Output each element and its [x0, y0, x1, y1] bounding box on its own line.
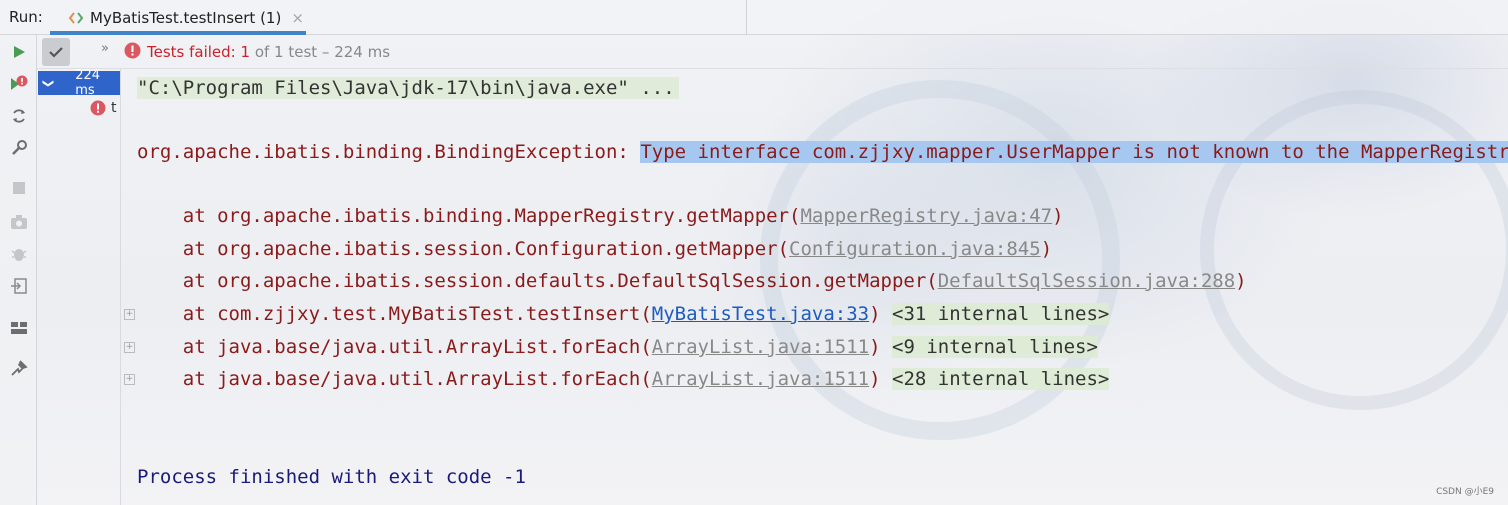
command-line: "C:\Program Files\Java\jdk-17\bin\java.e… [137, 75, 679, 101]
check-icon [49, 47, 63, 58]
stack-frame-method: at org.apache.ibatis.session.defaults.De… [137, 270, 938, 292]
failed-test-icon [90, 100, 106, 116]
tab-run-configuration[interactable]: MyBatisTest.testInsert (1) × [56, 0, 306, 35]
exception-message: Type interface com.zjjxy.mapper.UserMapp… [640, 141, 1508, 163]
svg-text:!: ! [20, 78, 24, 88]
stack-frame: at java.base/java.util.ArrayList.forEach… [137, 334, 1098, 360]
java-command[interactable]: "C:\Program Files\Java\jdk-17\bin\java.e… [137, 77, 679, 99]
stack-frame-method: at java.base/java.util.ArrayList.forEach… [137, 368, 652, 390]
root-duration: 224 ms [75, 68, 101, 98]
layout-icon [11, 322, 27, 334]
expand-fold-icon[interactable]: + [124, 374, 135, 385]
source-link[interactable]: Configuration.java:845 [789, 238, 1041, 260]
stack-frame-suffix: ) [1040, 238, 1053, 260]
run-toolbar: ! [0, 35, 37, 505]
source-link[interactable]: ArrayList.java:1511 [652, 368, 869, 390]
internal-lines-fold[interactable]: <31 internal lines> [892, 303, 1110, 325]
rerun-failed-tests-button[interactable]: ! [8, 73, 30, 95]
watermark: CSDN @小E9 [1436, 487, 1494, 497]
toggle-auto-test-button[interactable] [8, 105, 30, 127]
test-tree-item[interactable]: t [90, 100, 117, 116]
divider [746, 0, 747, 35]
tab-title: MyBatisTest.testInsert (1) [90, 8, 282, 27]
camera-icon [11, 215, 27, 229]
auto-rerun-icon [13, 109, 25, 123]
debug-button[interactable] [8, 243, 30, 265]
expand-fold-icon[interactable]: + [124, 309, 135, 320]
stack-frame-suffix: ) [1235, 270, 1247, 292]
run-tool-window-header: Run: MyBatisTest.testInsert (1) × [0, 0, 1508, 35]
exit-icon [11, 278, 27, 294]
stack-frame-suffix: ) [1052, 205, 1064, 227]
rerun-failed-icon: ! [11, 75, 28, 90]
test-name: t [111, 100, 117, 116]
pin-tab-button[interactable] [8, 357, 30, 379]
rerun-button[interactable] [8, 41, 30, 63]
stack-frame-method: at org.apache.ibatis.session.Configurati… [137, 238, 790, 260]
exception-line: org.apache.ibatis.binding.BindingExcepti… [137, 139, 1508, 165]
source-link[interactable]: MyBatisTest.java:33 [652, 303, 869, 325]
source-link[interactable]: DefaultSqlSession.java:288 [938, 270, 1235, 292]
close-tab-icon[interactable]: × [291, 9, 304, 27]
stack-frame: at com.zjjxy.test.MyBatisTest.testInsert… [137, 301, 1110, 327]
collapse-arrow-icon[interactable]: ❯ [42, 78, 55, 87]
source-link[interactable]: MapperRegistry.java:47 [800, 205, 1052, 227]
stack-frame-method: at org.apache.ibatis.binding.MapperRegis… [137, 205, 801, 227]
tests-failed-count: Tests failed: 1 [147, 43, 251, 61]
exit-button[interactable] [8, 275, 30, 297]
stack-frame: at org.apache.ibatis.session.defaults.De… [137, 268, 1247, 294]
test-config-icon [68, 10, 84, 26]
test-status-bar: » Tests failed: 1 of 1 test – 224 ms [37, 35, 1508, 69]
source-link[interactable]: ArrayList.java:1511 [652, 336, 869, 358]
stack-frame-method: at java.base/java.util.ArrayList.forEach… [137, 336, 652, 358]
stack-frame-suffix: ) [869, 368, 892, 390]
internal-lines-fold[interactable]: <28 internal lines> [892, 368, 1110, 390]
test-tree: ❯ 224 ms t [37, 68, 121, 505]
test-summary: Tests failed: 1 of 1 test – 224 ms [147, 43, 390, 61]
stack-frame-method: at com.zjjxy.test.MyBatisTest.testInsert… [137, 303, 652, 325]
exit-message: Process finished with exit code -1 [137, 466, 526, 488]
stack-frame: at org.apache.ibatis.binding.MapperRegis… [137, 203, 1064, 229]
wrench-icon [12, 140, 27, 155]
expand-fold-icon[interactable]: + [124, 342, 135, 353]
stack-frame-suffix: ) [869, 303, 892, 325]
internal-lines-fold[interactable]: <9 internal lines> [892, 336, 1098, 358]
stack-frame: at java.base/java.util.ArrayList.forEach… [137, 366, 1110, 392]
run-icon [14, 46, 25, 58]
exception-class: org.apache.ibatis.binding.BindingExcepti… [137, 141, 641, 163]
exit-line: Process finished with exit code -1 [137, 464, 526, 490]
console-output[interactable]: "C:\Program Files\Java\jdk-17\bin\java.e… [122, 69, 1508, 505]
show-passed-toggle[interactable] [42, 38, 70, 66]
test-tree-root[interactable]: ❯ 224 ms [38, 68, 120, 98]
test-totals: of 1 test – 224 ms [250, 43, 391, 61]
more-actions-chevron[interactable]: » [101, 41, 109, 56]
dump-threads-button[interactable] [8, 211, 30, 233]
layout-button[interactable] [8, 317, 30, 339]
stack-frame-suffix: ) [869, 336, 892, 358]
stop-button[interactable] [8, 177, 30, 199]
run-label: Run: [9, 8, 43, 26]
stop-icon [13, 182, 25, 194]
error-icon [124, 42, 141, 63]
stack-frame: at org.apache.ibatis.session.Configurati… [137, 236, 1052, 262]
bug-icon [11, 249, 27, 261]
settings-button[interactable] [8, 137, 30, 159]
pin-icon [11, 360, 28, 376]
